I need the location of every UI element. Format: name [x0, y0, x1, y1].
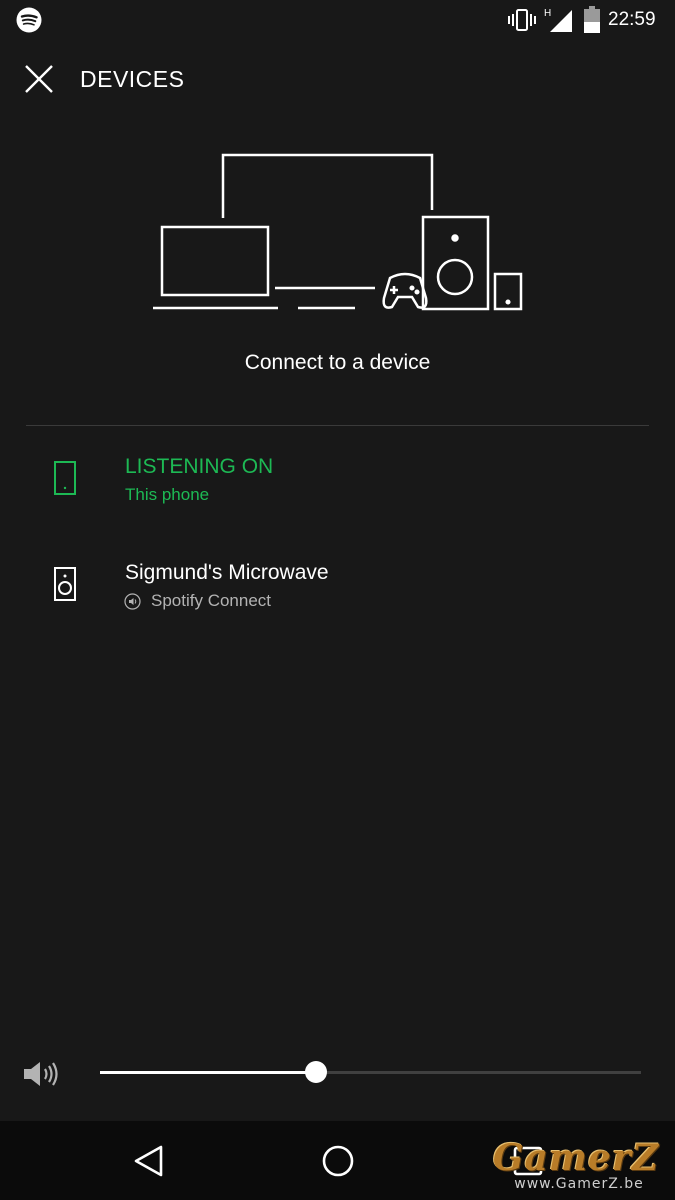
volume-icon — [24, 1062, 58, 1086]
status-bar: H 22:59 — [0, 0, 675, 40]
device-name-label: This phone — [125, 485, 210, 504]
volume-slider-fill — [100, 1071, 317, 1074]
speaker-icon — [54, 567, 76, 601]
page-title: DEVICES — [80, 66, 185, 92]
network-type-label: H — [544, 8, 551, 19]
device-row-this-phone[interactable]: LISTENING ON This phone — [0, 446, 675, 536]
spotify-connect-icon — [124, 593, 141, 610]
spotify-icon — [16, 7, 42, 33]
watermark-url: www.GamerZ.be — [514, 1176, 644, 1192]
back-icon[interactable] — [131, 1143, 165, 1179]
volume-slider-handle[interactable] — [305, 1061, 328, 1083]
volume-slider[interactable] — [100, 1061, 641, 1083]
battery-icon — [584, 6, 600, 33]
signal-icon: H — [544, 8, 572, 32]
devices-illustration-icon — [153, 153, 523, 311]
device-status-label: LISTENING ON — [125, 455, 274, 478]
devices-screen: H 22:59 DEVICES Connect to a device LIST… — [0, 0, 675, 1200]
divider — [26, 425, 649, 426]
watermark-logo: GamerZ www.GamerZ.be — [486, 1138, 671, 1196]
close-icon[interactable] — [22, 62, 56, 96]
device-type-label: Spotify Connect — [151, 591, 272, 610]
home-icon[interactable] — [320, 1143, 356, 1179]
device-name-label: Sigmund's Microwave — [125, 561, 329, 584]
status-clock: 22:59 — [608, 9, 656, 30]
phone-icon — [54, 461, 76, 495]
watermark-text: GamerZ — [492, 1137, 660, 1179]
vibrate-icon — [508, 9, 536, 31]
connect-heading: Connect to a device — [244, 351, 431, 374]
device-row-sigmunds-microwave[interactable]: Sigmund's Microwave Spotify Connect — [0, 552, 675, 642]
